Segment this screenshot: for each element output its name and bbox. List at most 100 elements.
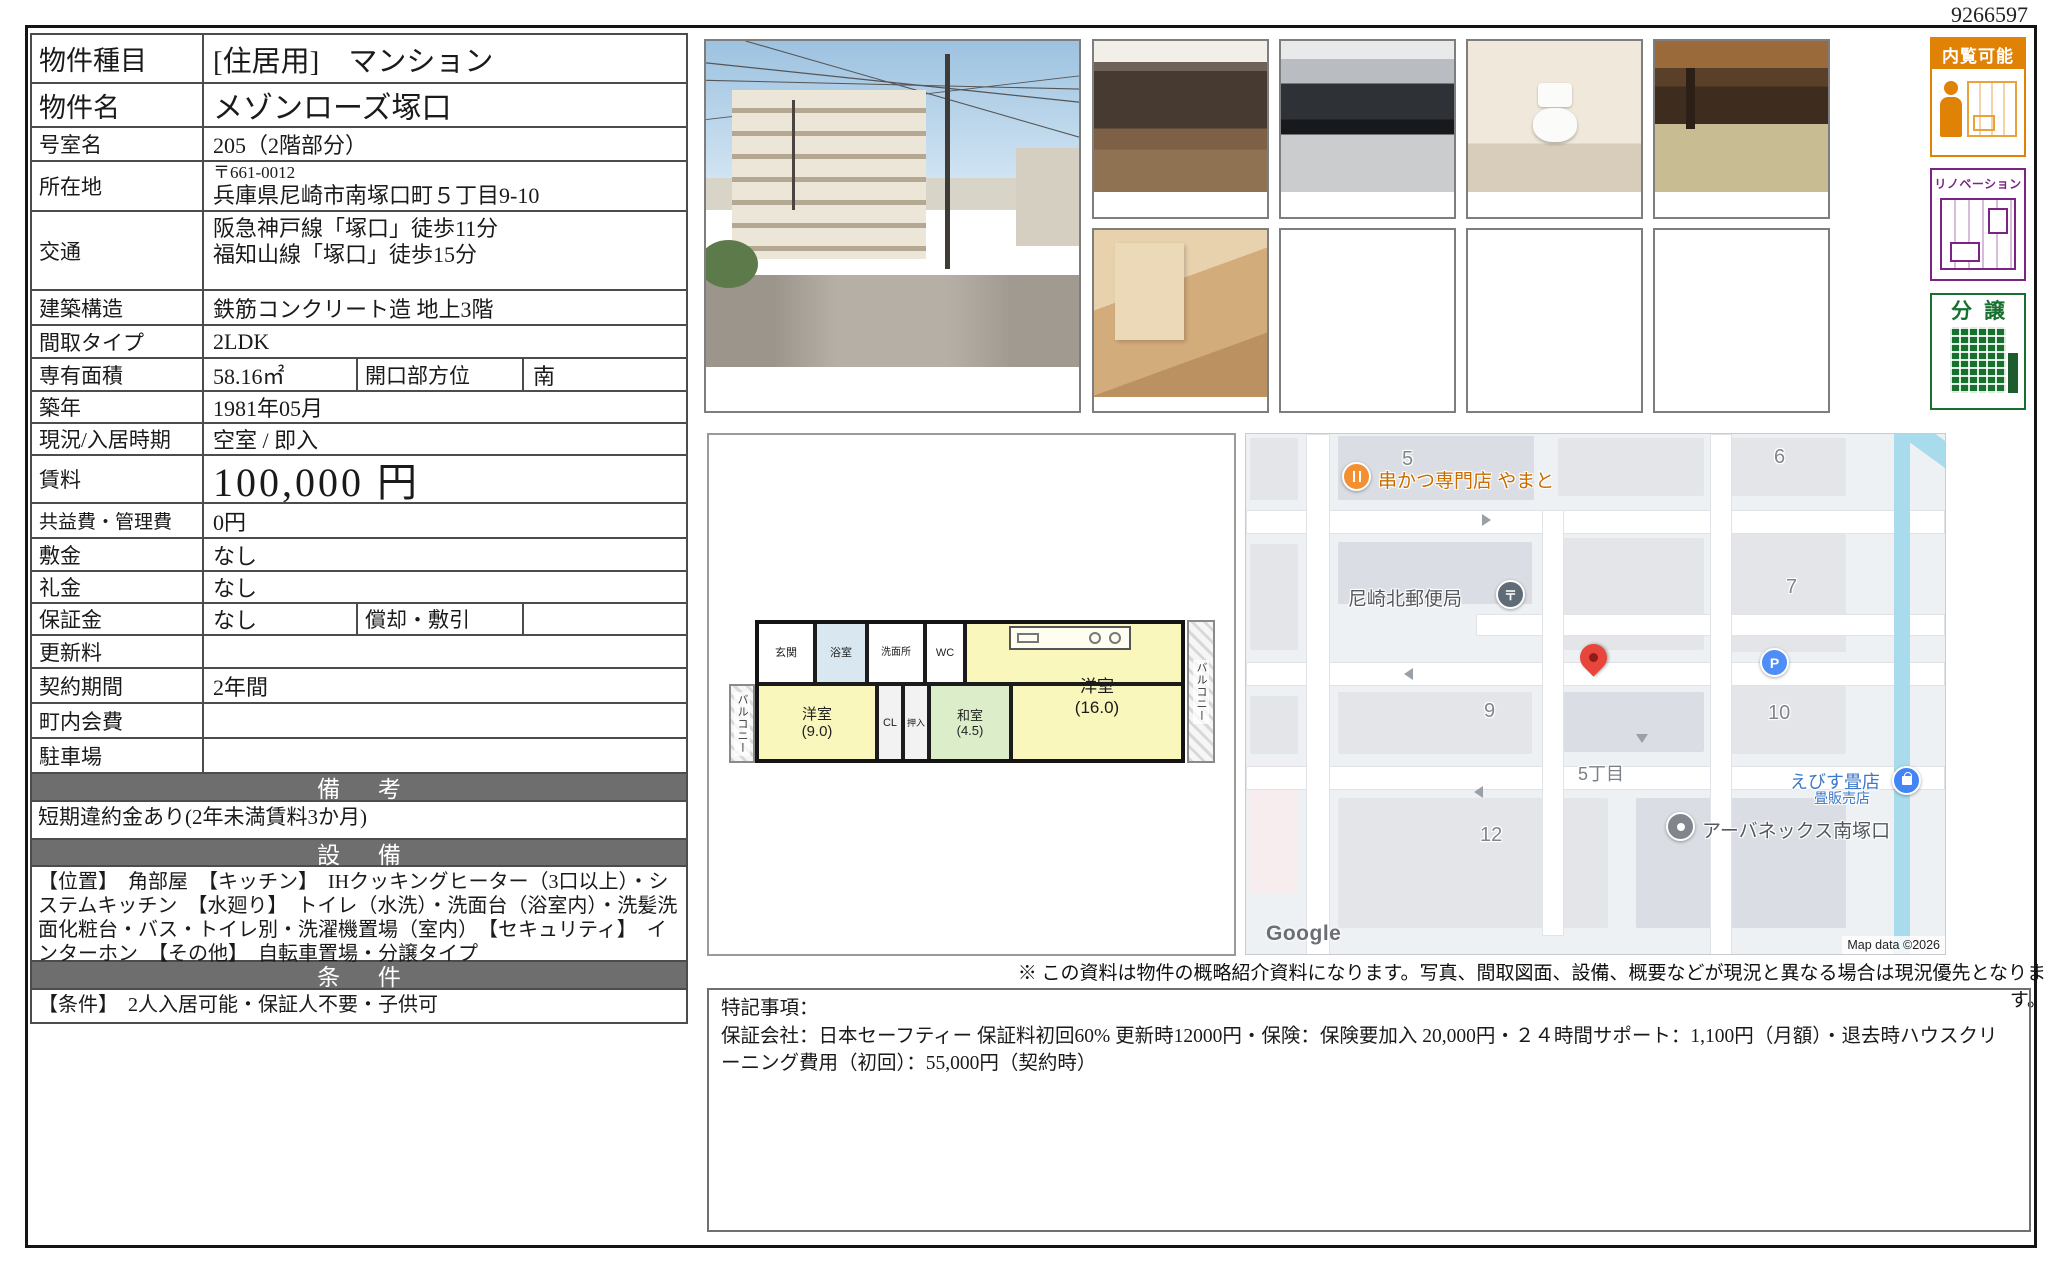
room-ldk-label: 洋室 (16.0) bbox=[1011, 640, 1183, 755]
map-attribution: Map data ©2026 bbox=[1842, 936, 1945, 954]
row-label: 共益費・管理費 bbox=[32, 504, 204, 537]
renovation-room-icon bbox=[1940, 198, 2016, 270]
table-row: 物件名 メゾンローズ塚口 bbox=[32, 82, 686, 126]
google-logo: Google bbox=[1266, 922, 1341, 946]
photo-bathroom bbox=[1092, 228, 1269, 413]
map-road bbox=[1542, 510, 1564, 936]
special-notes-title: 特記事項： bbox=[721, 995, 2017, 1023]
badge-renovation-label: リノベーション bbox=[1932, 170, 2024, 196]
closet-label: CL bbox=[883, 717, 897, 729]
row-value: メゾンローズ塚口 bbox=[204, 84, 686, 126]
washroom-label: 洗面所 bbox=[881, 647, 911, 658]
bath-label: 浴室 bbox=[830, 647, 852, 659]
row-value: 阪急神戸線「塚口」徒歩11分 福知山線「塚口」徒歩15分 bbox=[204, 212, 686, 289]
table-row: 間取タイプ 2LDK bbox=[32, 324, 686, 357]
table-row: 共益費・管理費 0円 bbox=[32, 502, 686, 537]
room-wc: WC bbox=[925, 622, 965, 684]
table-row: 礼金 なし bbox=[32, 570, 686, 602]
row-label: 駐車場 bbox=[32, 739, 204, 772]
wc-label: WC bbox=[936, 647, 954, 659]
row-label: 所在地 bbox=[32, 162, 204, 210]
badge-preview-label: 内覧可能 bbox=[1932, 39, 2024, 69]
room-label: 和室 bbox=[957, 709, 983, 724]
condo-building-icon bbox=[1950, 327, 2006, 393]
room-sketch-icon bbox=[1967, 81, 2017, 137]
row-label: 礼金 bbox=[32, 572, 204, 602]
block-number: 9 bbox=[1484, 700, 1495, 723]
photo-empty-slot bbox=[1279, 228, 1456, 413]
row-value bbox=[204, 636, 686, 667]
photo-kitchen bbox=[1279, 39, 1456, 219]
section-header-biko: 備 考 bbox=[32, 772, 686, 800]
postal-code: 〒661-0012 bbox=[213, 163, 295, 183]
property-listing-sheet: 9266597 物件種目 [住居用] マンション 物件名 メゾンローズ塚口 号室… bbox=[0, 0, 2056, 1265]
table-row: 町内会費 bbox=[32, 702, 686, 737]
badge-bunjo: 分譲 bbox=[1930, 293, 2026, 410]
table-row: 契約期間 2年間 bbox=[32, 667, 686, 702]
room-tatami: 和室 (4.5) bbox=[929, 684, 1011, 763]
row-label: 賃料 bbox=[32, 456, 204, 502]
row-value: 1981年05月 bbox=[204, 392, 686, 422]
row-value: [住居用] マンション bbox=[204, 35, 686, 82]
photo-tatami-room bbox=[1653, 39, 1830, 219]
row-label: 間取タイプ bbox=[32, 326, 204, 357]
room-west-bedroom: 洋室 (9.0) bbox=[757, 684, 877, 763]
block-number: 7 bbox=[1786, 576, 1797, 599]
row-value bbox=[204, 704, 686, 737]
room-size: (4.5) bbox=[957, 724, 984, 739]
setsubi-text: 【位置】 角部屋 【キッチン】 IHクッキングヒーター（3口以上）・システムキッ… bbox=[32, 865, 686, 960]
table-row: 駐車場 bbox=[32, 737, 686, 772]
row-value: 2年間 bbox=[204, 669, 686, 702]
exterior-photo-image bbox=[706, 41, 1079, 367]
location-map: 串かつ専門店 やまと 尼崎北郵便局 〒 P 5 6 7 9 10 12 5丁目 … bbox=[1245, 433, 1946, 955]
row-value bbox=[204, 739, 686, 772]
row-label: 現況/入居時期 bbox=[32, 424, 204, 454]
table-row: 所在地 〒661-0012 兵庫県尼崎市南塚口町５丁目9-10 bbox=[32, 160, 686, 210]
row-value: なし bbox=[204, 604, 356, 634]
row-label: 物件種目 bbox=[32, 35, 204, 82]
balcony-west: バルコニー bbox=[729, 684, 755, 763]
apartment-pin-icon bbox=[1666, 812, 1695, 841]
row-label: 更新料 bbox=[32, 636, 204, 667]
map-road bbox=[1246, 510, 1945, 534]
row-label: 号室名 bbox=[32, 128, 204, 160]
row-value: なし bbox=[204, 539, 686, 570]
photo-building-exterior bbox=[704, 39, 1081, 413]
balcony-east: バルコニー bbox=[1187, 620, 1215, 763]
row-value-2 bbox=[524, 604, 686, 634]
map-road bbox=[1306, 434, 1330, 955]
poi-tatami-shop-sub: 畳販売店 bbox=[1814, 788, 1870, 808]
row-value: 2LDK bbox=[204, 326, 686, 357]
table-row: 保証金 なし 償却・敷引 bbox=[32, 602, 686, 634]
row-value-2: 南 bbox=[524, 359, 686, 390]
row-value: 鉄筋コンクリート造 地上3階 bbox=[204, 291, 686, 324]
transit-line-1: 阪急神戸線「塚口」徒歩11分 bbox=[213, 216, 498, 242]
row-label: 交通 bbox=[32, 212, 204, 289]
poi-post-office-label: 尼崎北郵便局 bbox=[1348, 584, 1462, 611]
block-number: 10 bbox=[1768, 702, 1790, 725]
row-label: 契約期間 bbox=[32, 669, 204, 702]
room-entrance: 玄関 bbox=[757, 622, 815, 684]
balcony-label: バルコニー bbox=[1193, 660, 1209, 724]
preview-illustration bbox=[1932, 69, 2024, 153]
special-notes-body: 保証会社：日本セーフティー 保証料初回60% 更新時12000円・保険：保険要加… bbox=[721, 1023, 2017, 1078]
person-icon bbox=[1944, 81, 1958, 95]
room-oshiire: 押入 bbox=[903, 684, 929, 763]
table-row: 交通 阪急神戸線「塚口」徒歩11分 福知山線「塚口」徒歩15分 bbox=[32, 210, 686, 289]
room-bath: 浴室 bbox=[815, 622, 867, 684]
table-row: 更新料 bbox=[32, 634, 686, 667]
shop-pin-icon bbox=[1892, 766, 1921, 795]
address: 兵庫県尼崎市南塚口町５丁目9-10 bbox=[213, 183, 539, 209]
photo-empty-slot bbox=[1653, 228, 1830, 413]
row-label: 物件名 bbox=[32, 84, 204, 126]
room-closet: CL bbox=[877, 684, 903, 763]
table-row: 築年 1981年05月 bbox=[32, 390, 686, 422]
entrance-label: 玄関 bbox=[775, 647, 797, 659]
section-header-setsubi: 設 備 bbox=[32, 838, 686, 865]
joken-text: 【条件】 2人入居可能・保証人不要・子供可 bbox=[32, 988, 686, 1022]
badge-renovation: リノベーション bbox=[1930, 168, 2026, 281]
table-row: 敷金 なし bbox=[32, 537, 686, 570]
table-row: 建築構造 鉄筋コンクリート造 地上3階 bbox=[32, 289, 686, 324]
table-row: 物件種目 [住居用] マンション bbox=[32, 35, 686, 82]
row-label: 築年 bbox=[32, 392, 204, 422]
